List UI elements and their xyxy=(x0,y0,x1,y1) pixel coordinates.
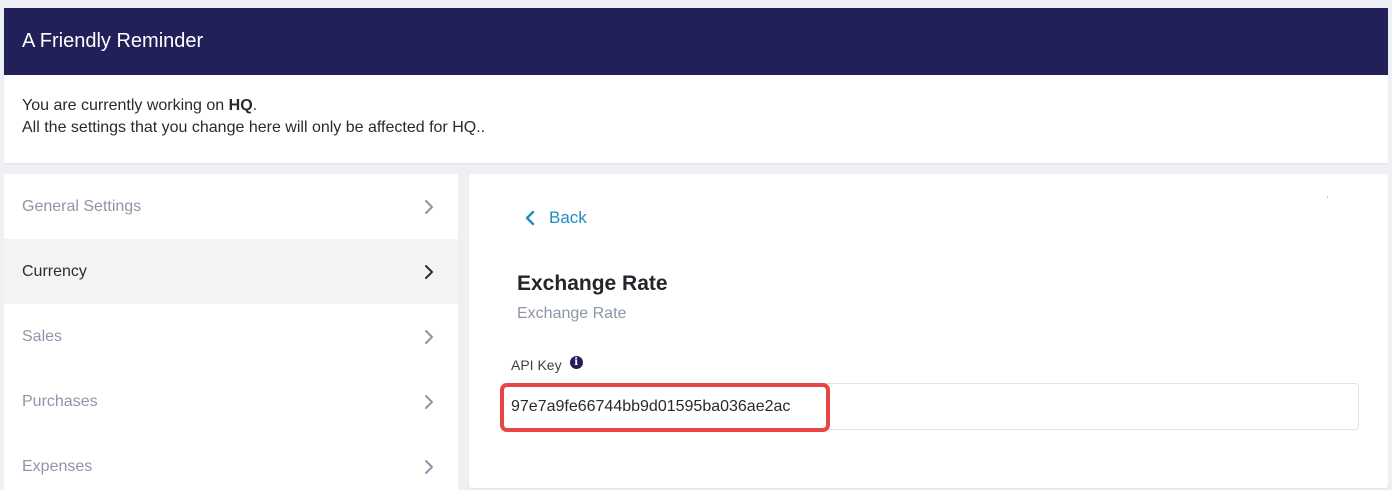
sidebar-item-sales[interactable]: Sales xyxy=(4,304,458,369)
reminder-line-2: All the settings that you change here wi… xyxy=(22,119,486,136)
api-key-label-text: API Key xyxy=(511,357,562,373)
sidebar-item-purchases[interactable]: Purchases xyxy=(4,369,458,434)
sidebar-item-currency[interactable]: Currency xyxy=(4,239,458,304)
chevron-right-icon xyxy=(425,459,433,474)
settings-sidebar: General Settings Currency Sales Purchase… xyxy=(4,174,458,490)
reminder-body: You are currently working on HQ. All the… xyxy=(4,75,1388,139)
chevron-right-icon xyxy=(425,394,433,409)
chevron-left-icon xyxy=(525,210,535,226)
reminder-line-1-suffix: . xyxy=(252,97,258,114)
section-subtitle: Exchange Rate xyxy=(517,305,627,322)
sidebar-item-label: Sales xyxy=(22,327,63,345)
sidebar-item-label: General Settings xyxy=(22,197,142,215)
api-key-label: API Key i xyxy=(511,355,583,373)
api-key-field-wrapper xyxy=(501,383,1359,430)
exchange-rate-panel: Back Exchange Rate Exchange Rate API Key… xyxy=(469,174,1388,488)
current-branch-name: HQ xyxy=(228,97,253,114)
reminder-line-1-prefix: You are currently working on xyxy=(22,97,229,114)
reminder-header: A Friendly Reminder xyxy=(4,8,1388,75)
chevron-right-icon xyxy=(425,329,433,344)
sidebar-item-label: Purchases xyxy=(22,392,98,410)
section-title: Exchange Rate xyxy=(517,272,668,295)
panel-corner-mark xyxy=(1327,196,1328,198)
reminder-line-1: You are currently working on HQ. xyxy=(22,95,1370,117)
api-key-input[interactable] xyxy=(502,384,1358,429)
friendly-reminder-panel: A Friendly Reminder You are currently wo… xyxy=(4,8,1388,163)
sidebar-item-label: Expenses xyxy=(22,457,93,475)
back-label: Back xyxy=(549,208,587,227)
back-link[interactable]: Back xyxy=(525,208,587,228)
reminder-title: A Friendly Reminder xyxy=(22,30,204,52)
sidebar-item-expenses[interactable]: Expenses xyxy=(4,434,458,490)
sidebar-item-label: Currency xyxy=(22,262,87,280)
chevron-right-icon xyxy=(425,199,433,214)
chevron-right-icon xyxy=(425,264,433,279)
sidebar-item-general-settings[interactable]: General Settings xyxy=(4,174,458,239)
info-icon[interactable]: i xyxy=(569,355,583,369)
